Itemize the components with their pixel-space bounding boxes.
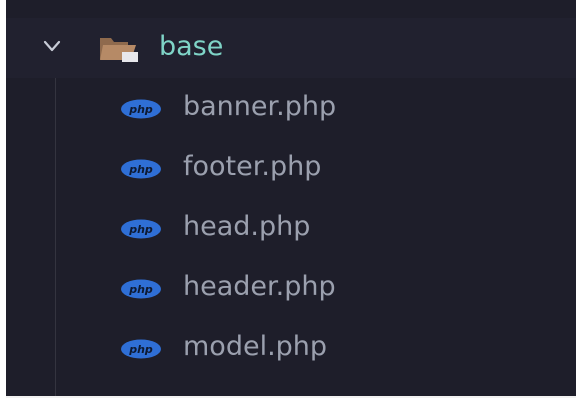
svg-text:php: php — [128, 223, 153, 236]
php-icon: php — [121, 279, 161, 299]
file-label: banner.php — [183, 91, 337, 122]
php-icon: php — [121, 99, 161, 119]
folder-open-icon — [100, 38, 138, 62]
php-icon: php — [121, 339, 161, 359]
svg-text:php: php — [128, 343, 153, 356]
file-explorer-panel: base php banner.php php footer.php php h… — [6, 0, 576, 398]
file-label: head.php — [183, 211, 311, 242]
file-row-footer[interactable]: php footer.php — [6, 138, 576, 198]
chevron-down-icon[interactable] — [42, 36, 62, 56]
file-label: model.php — [183, 331, 328, 362]
folder-label: base — [159, 31, 224, 62]
file-row-head[interactable]: php head.php — [6, 198, 576, 258]
php-icon: php — [121, 159, 161, 179]
file-row-model[interactable]: php model.php — [6, 318, 576, 378]
file-row-header[interactable]: php header.php — [6, 258, 576, 318]
svg-text:php: php — [128, 163, 153, 176]
svg-text:php: php — [128, 103, 153, 116]
file-row-banner[interactable]: php banner.php — [6, 78, 576, 138]
folder-row-base[interactable]: base — [6, 18, 576, 78]
file-label: header.php — [183, 271, 336, 302]
php-icon: php — [121, 219, 161, 239]
file-label: footer.php — [183, 151, 322, 182]
svg-text:php: php — [128, 283, 153, 296]
